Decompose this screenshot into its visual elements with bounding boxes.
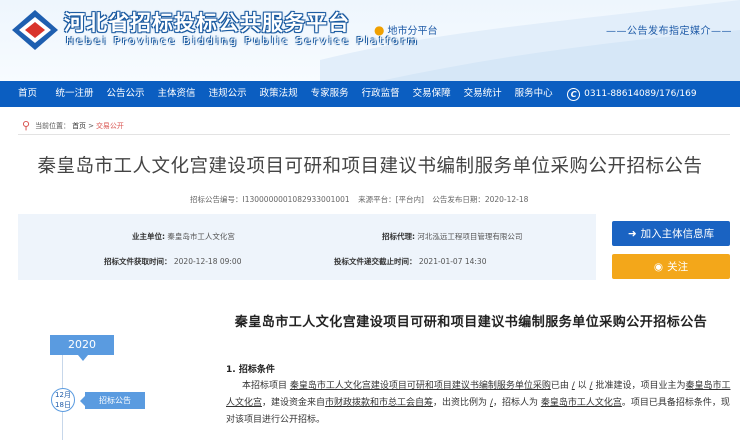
nav-item-guarantee[interactable]: 交易保障 bbox=[406, 81, 457, 107]
divider bbox=[18, 134, 730, 135]
main-nav: 首页 统一注册 公告公示 主体资信 违规公示 政策法规 专家服务 行政监督 交易… bbox=[0, 81, 740, 107]
p1-g: ，建设资金来自 bbox=[262, 398, 326, 408]
agent-value: 河北泓远工程项目管理有限公司 bbox=[417, 232, 523, 241]
nav-item-supervision[interactable]: 行政监督 bbox=[355, 81, 406, 107]
doc-time-value: 2020-12-18 09:00 bbox=[173, 257, 242, 266]
p1-j: ，招标人为 bbox=[492, 398, 541, 408]
location-pin-icon: ● bbox=[374, 22, 385, 37]
timeline-day: 18日 bbox=[55, 401, 71, 409]
media-notice: ——公告发布指定媒介—— bbox=[606, 26, 732, 37]
p1-project: 秦皇岛市工人文化宫建设项目可研和项目建议书编制服务单位采购 bbox=[289, 381, 551, 391]
contact-phone: C 0311-88614089/176/169 bbox=[567, 87, 697, 101]
nav-item-announcements[interactable]: 公告公示 bbox=[100, 81, 151, 107]
region-link-label: 地市分平台 bbox=[387, 26, 438, 37]
location-icon: ⚲ bbox=[22, 119, 31, 132]
p1-d: 以 bbox=[574, 381, 590, 391]
deadline-row: 投标文件递交截止时间： 2021-01-07 14:30 bbox=[334, 256, 486, 267]
nav-item-credit[interactable]: 主体资信 bbox=[151, 81, 202, 107]
site-header: 河北省招标投标公共服务平台 Hebei Province Bidding Pub… bbox=[0, 0, 740, 81]
p1-h: ，出资比例为 bbox=[433, 398, 490, 408]
nav-item-home[interactable]: 首页 bbox=[0, 81, 49, 107]
owner-value: 秦皇岛市工人文化宫 bbox=[167, 232, 235, 241]
document-body: 本招标项目 秦皇岛市工人文化宫建设项目可研和项目建议书编制服务单位采购已由 / … bbox=[226, 378, 731, 429]
notice-code: 招标公告编号：I1300000001082933001001 bbox=[190, 195, 350, 204]
site-subtitle: Hebei Province Bidding Public Service Pl… bbox=[66, 36, 420, 47]
section-heading: 1. 招标条件 bbox=[226, 365, 275, 375]
p1-b: 已由 bbox=[550, 381, 572, 391]
timeline-year: 2020 bbox=[50, 335, 114, 361]
breadcrumb-separator: > bbox=[88, 121, 94, 130]
p1-tenderer: 秦皇岛市工人文化宫 bbox=[540, 398, 622, 408]
eye-icon: ◉ bbox=[653, 260, 664, 273]
timeline-month: 12月 bbox=[55, 391, 71, 399]
nav-item-experts[interactable]: 专家服务 bbox=[304, 81, 355, 107]
nav-item-service-center[interactable]: 服务中心 bbox=[508, 81, 559, 107]
owner-row: 业主单位: 秦皇岛市工人文化宫 bbox=[132, 231, 235, 242]
add-to-library-button[interactable]: ➜ 加入主体信息库 bbox=[612, 221, 730, 246]
notice-date: 公告发布日期：2020-12-18 bbox=[432, 195, 529, 204]
info-box: 业主单位: 秦皇岛市工人文化宫 招标代理: 河北泓远工程项目管理有限公司 招标文… bbox=[18, 214, 596, 280]
platform-logo[interactable] bbox=[10, 8, 60, 52]
p1-a: 本招标项目 bbox=[242, 381, 290, 391]
phone-number: 0311-88614089/176/169 bbox=[584, 89, 697, 99]
doc-time-row: 招标文件获取时间： 2020-12-18 09:00 bbox=[104, 256, 241, 267]
nav-item-statistics[interactable]: 交易统计 bbox=[457, 81, 508, 107]
breadcrumb-home[interactable]: 首页 bbox=[72, 121, 86, 131]
breadcrumb-prefix: 当前位置： bbox=[35, 121, 71, 130]
notice-meta: 招标公告编号：I1300000001082933001001 来源平台：[平台内… bbox=[190, 194, 534, 205]
follow-button[interactable]: ◉ 关注 bbox=[612, 254, 730, 279]
deadline-label: 投标文件递交截止时间： bbox=[334, 257, 417, 266]
login-arrow-icon: ➜ bbox=[627, 227, 637, 240]
timeline-date: 12月 18日 bbox=[51, 388, 75, 412]
agent-row: 招标代理: 河北泓远工程项目管理有限公司 bbox=[382, 231, 522, 242]
nav-item-violations[interactable]: 违规公示 bbox=[202, 81, 253, 107]
p1-f: 批准建设，项目业主为 bbox=[592, 381, 686, 391]
breadcrumb: ⚲ 当前位置： 首页 > 交易公开 bbox=[22, 119, 124, 132]
site-title[interactable]: 河北省招标投标公共服务平台 bbox=[64, 7, 350, 37]
document-title: 秦皇岛市工人文化宫建设项目可研和项目建议书编制服务单位采购公开招标公告 bbox=[234, 315, 708, 330]
notice-source: 来源平台：[平台内] bbox=[358, 195, 424, 204]
region-platform-link[interactable]: ● 地市分平台 bbox=[374, 22, 438, 38]
agent-label: 招标代理: bbox=[382, 232, 415, 241]
nav-item-register[interactable]: 统一注册 bbox=[49, 81, 100, 107]
deadline-value: 2021-01-07 14:30 bbox=[418, 257, 487, 266]
nav-item-policies[interactable]: 政策法规 bbox=[253, 81, 304, 107]
phone-icon: C bbox=[567, 87, 581, 101]
breadcrumb-current[interactable]: 交易公开 bbox=[96, 121, 124, 131]
timeline-tag-tender[interactable]: 招标公告 bbox=[80, 392, 145, 409]
page-title: 秦皇岛市工人文化宫建设项目可研和项目建议书编制服务单位采购公开招标公告 bbox=[37, 156, 703, 177]
doc-time-label: 招标文件获取时间： bbox=[104, 257, 172, 266]
owner-label: 业主单位: bbox=[132, 232, 165, 241]
p1-fund: 市财政拨款和市总工会自筹 bbox=[325, 398, 434, 408]
add-to-library-label: 加入主体信息库 bbox=[640, 228, 715, 240]
follow-label: 关注 bbox=[667, 261, 689, 273]
